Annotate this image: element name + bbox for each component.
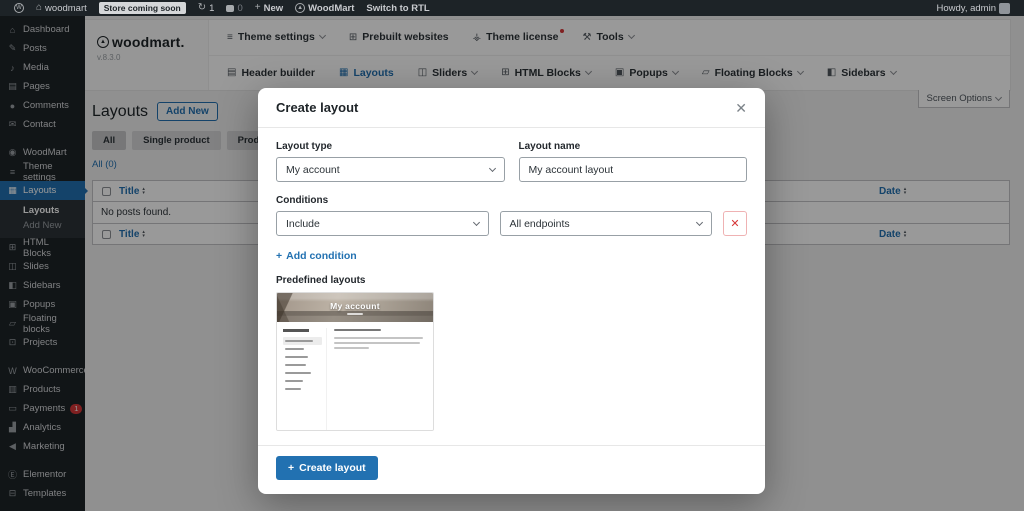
updates-icon: ↻ — [198, 3, 206, 13]
coming-soon-badge[interactable]: Store coming soon — [93, 0, 192, 16]
modal-title: Create layout — [276, 100, 358, 115]
plus-icon: + — [276, 250, 282, 262]
avatar — [999, 3, 1010, 14]
condition-value-select[interactable]: All endpoints — [500, 211, 713, 236]
remove-condition-button[interactable]: ✕ — [723, 211, 747, 236]
chevron-down-icon — [696, 218, 703, 225]
layout-type-label: Layout type — [276, 141, 505, 152]
condition-type-select[interactable]: Include — [276, 211, 489, 236]
home-icon: ⌂ — [36, 3, 42, 13]
mini-menu-item — [283, 345, 322, 353]
comments-menu[interactable]: 0 — [220, 0, 248, 16]
mini-content-line — [334, 337, 423, 339]
mini-content-line — [334, 347, 369, 349]
mini-menu-item — [283, 377, 322, 385]
site-name-label: woodmart — [45, 3, 87, 14]
create-layout-button[interactable]: + Create layout — [276, 456, 378, 480]
chevron-down-icon — [488, 164, 495, 171]
howdy-label: Howdy, admin — [937, 3, 997, 14]
mini-menu-item — [283, 337, 322, 345]
comments-count: 0 — [237, 3, 242, 14]
mini-content-line — [334, 342, 420, 344]
new-content-menu[interactable]: + New — [249, 0, 289, 16]
thumbnail-account-content — [334, 328, 427, 430]
woodmart-menu[interactable]: ▲ WoodMart — [289, 0, 360, 16]
mini-content-line — [334, 329, 381, 331]
thumbnail-hero-image: My account — [277, 293, 433, 322]
mini-menu-item — [283, 361, 322, 369]
thumbnail-page-preview — [277, 322, 433, 430]
plus-icon: + — [288, 462, 294, 474]
conditions-label: Conditions — [276, 195, 747, 206]
mini-menu-item — [283, 369, 322, 377]
plus-icon: + — [255, 3, 261, 13]
create-layout-modal: Create layout ✕ Layout type My account L… — [258, 88, 765, 494]
mini-menu-item — [283, 385, 322, 393]
account-menu[interactable]: Howdy, admin — [931, 0, 1017, 16]
switch-rtl-menu[interactable]: Switch to RTL — [360, 0, 435, 16]
rtl-label: Switch to RTL — [366, 3, 429, 14]
thumbnail-breadcrumb — [347, 313, 363, 315]
predefined-layouts-label: Predefined layouts — [276, 275, 747, 286]
site-name-menu[interactable]: ⌂ woodmart — [30, 0, 93, 16]
layout-name-label: Layout name — [519, 141, 748, 152]
coming-soon-label: Store coming soon — [99, 2, 186, 14]
thumbnail-title: My account — [330, 301, 380, 311]
woodmart-icon: ▲ — [295, 3, 305, 13]
add-condition-link[interactable]: + Add condition — [276, 250, 357, 262]
new-label: New — [264, 3, 284, 14]
admin-bar: W ⌂ woodmart Store coming soon ↻ 1 0 + N… — [0, 0, 1024, 16]
mini-menu-item — [283, 353, 322, 361]
thumbnail-account-menu — [283, 328, 327, 430]
wp-logo-menu[interactable]: W — [8, 0, 30, 16]
updates-count: 1 — [209, 3, 214, 14]
close-icon[interactable]: ✕ — [735, 101, 747, 115]
layout-type-select[interactable]: My account — [276, 157, 505, 182]
updates-menu[interactable]: ↻ 1 — [192, 0, 221, 16]
comments-icon — [226, 5, 234, 12]
wordpress-icon: W — [14, 3, 24, 13]
mini-menu-heading — [283, 329, 309, 332]
chevron-down-icon — [472, 218, 479, 225]
woodmart-label: WoodMart — [308, 3, 354, 14]
layout-name-input[interactable] — [519, 157, 748, 182]
predefined-layout-thumbnail[interactable]: My account — [276, 292, 434, 431]
